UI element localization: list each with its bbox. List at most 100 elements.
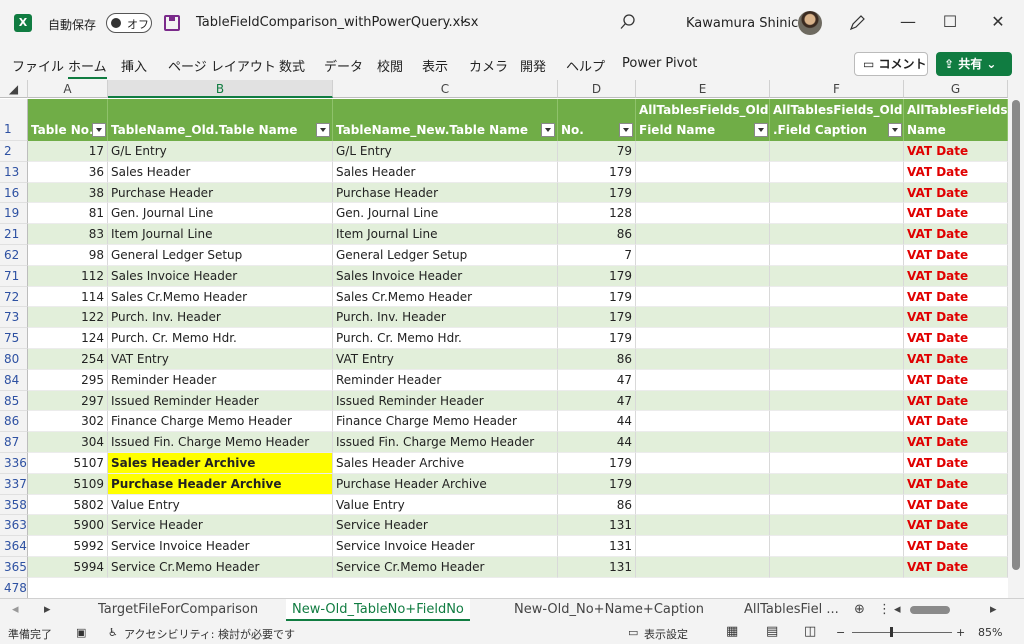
cell-no[interactable]: 179 bbox=[558, 286, 636, 308]
menu-page-layout[interactable]: ページ レイアウト bbox=[168, 56, 276, 75]
row-header[interactable]: 13 bbox=[0, 161, 28, 183]
cell-old-name[interactable]: Sales Invoice Header bbox=[108, 265, 333, 287]
cell-field-caption[interactable] bbox=[770, 307, 904, 329]
pen-icon[interactable] bbox=[848, 14, 866, 32]
zoom-in-icon[interactable]: + bbox=[956, 626, 965, 639]
cell-no[interactable]: 7 bbox=[558, 245, 636, 266]
cell-field-name[interactable] bbox=[636, 265, 770, 287]
chevron-down-icon[interactable]: ⌄ bbox=[458, 12, 469, 27]
menu-review[interactable]: 校閲 bbox=[377, 56, 403, 75]
cell-field-name[interactable] bbox=[636, 224, 770, 245]
cell-old-name[interactable]: Purchase Header bbox=[108, 182, 333, 204]
cell-table-no[interactable]: 254 bbox=[28, 349, 108, 370]
sheet-tab[interactable]: AllTablesFiel ... bbox=[738, 599, 845, 621]
cell-old-name[interactable]: Service Invoice Header bbox=[108, 536, 333, 557]
row-header[interactable]: 19 bbox=[0, 203, 28, 225]
cell-field-caption[interactable] bbox=[770, 349, 904, 370]
cell-field-caption[interactable] bbox=[770, 265, 904, 287]
cell-vat-date[interactable]: VAT Date bbox=[904, 411, 1008, 433]
row-header[interactable]: 62 bbox=[0, 245, 28, 266]
row-header[interactable]: 2 bbox=[0, 141, 28, 162]
cell-field-caption[interactable] bbox=[770, 224, 904, 245]
cell-no[interactable]: 131 bbox=[558, 536, 636, 557]
cell-vat-date[interactable]: VAT Date bbox=[904, 515, 1008, 537]
avatar[interactable] bbox=[798, 11, 822, 35]
cell-no[interactable]: 131 bbox=[558, 515, 636, 537]
cell-old-name[interactable]: Value Entry bbox=[108, 494, 333, 516]
cell-field-caption[interactable] bbox=[770, 161, 904, 183]
cell-vat-date[interactable]: VAT Date bbox=[904, 265, 1008, 287]
menu-file[interactable]: ファイル bbox=[12, 56, 64, 75]
column-header-g[interactable]: G bbox=[904, 80, 1008, 98]
cell-field-name[interactable] bbox=[636, 432, 770, 453]
row-header[interactable]: 363 bbox=[0, 515, 28, 537]
row-header[interactable]: 478 bbox=[0, 577, 28, 598]
menu-camera[interactable]: カメラ bbox=[469, 56, 508, 75]
search-icon[interactable] bbox=[620, 14, 636, 30]
zoom-slider[interactable] bbox=[852, 632, 952, 633]
cell-vat-date[interactable]: VAT Date bbox=[904, 286, 1008, 308]
cell-old-name[interactable]: General Ledger Setup bbox=[108, 245, 333, 266]
cell-field-name[interactable] bbox=[636, 203, 770, 225]
cell-table-no[interactable]: 295 bbox=[28, 369, 108, 391]
row-header[interactable]: 86 bbox=[0, 411, 28, 433]
cell-field-caption[interactable] bbox=[770, 286, 904, 308]
cell-field-name[interactable] bbox=[636, 245, 770, 266]
cell-new-name[interactable]: VAT Entry bbox=[333, 349, 558, 370]
cell-table-no[interactable]: 114 bbox=[28, 286, 108, 308]
cell-field-name[interactable] bbox=[636, 473, 770, 495]
cell-no[interactable]: 79 bbox=[558, 141, 636, 162]
filter-dropdown-icon[interactable] bbox=[92, 123, 106, 137]
cell-old-name[interactable]: Item Journal Line bbox=[108, 224, 333, 245]
cell-field-caption[interactable] bbox=[770, 203, 904, 225]
cell-new-name[interactable]: Service Cr.Memo Header bbox=[333, 557, 558, 578]
save-icon[interactable] bbox=[164, 15, 180, 31]
tab-scroll-left-icon[interactable]: ◂ bbox=[6, 599, 25, 621]
cell-new-name[interactable]: Service Invoice Header bbox=[333, 536, 558, 557]
filter-dropdown-icon[interactable] bbox=[619, 123, 633, 137]
cell-vat-date[interactable]: VAT Date bbox=[904, 390, 1008, 412]
cell-no[interactable]: 47 bbox=[558, 390, 636, 412]
cell-no[interactable]: 179 bbox=[558, 453, 636, 474]
cell-field-name[interactable] bbox=[636, 328, 770, 349]
cell-vat-date[interactable]: VAT Date bbox=[904, 182, 1008, 204]
cell-table-no[interactable]: 112 bbox=[28, 265, 108, 287]
cell-table-no[interactable]: 5109 bbox=[28, 473, 108, 495]
cell-vat-date[interactable]: VAT Date bbox=[904, 473, 1008, 495]
cell-new-name[interactable]: Issued Reminder Header bbox=[333, 390, 558, 412]
cell-no[interactable]: 44 bbox=[558, 411, 636, 433]
cell-vat-date[interactable]: VAT Date bbox=[904, 328, 1008, 349]
cell-table-no[interactable]: 17 bbox=[28, 141, 108, 162]
cell-field-name[interactable] bbox=[636, 349, 770, 370]
accessibility-status[interactable]: アクセシビリティ: 検討が必要です bbox=[124, 626, 295, 642]
sheet-tab[interactable]: TargetFileForComparison bbox=[92, 599, 264, 621]
cell-new-name[interactable]: Reminder Header bbox=[333, 369, 558, 391]
cell-new-name[interactable]: Item Journal Line bbox=[333, 224, 558, 245]
cell-new-name[interactable]: Sales Invoice Header bbox=[333, 265, 558, 287]
cell-no[interactable]: 179 bbox=[558, 328, 636, 349]
cell-field-caption[interactable] bbox=[770, 432, 904, 453]
menu-insert[interactable]: 挿入 bbox=[121, 56, 147, 75]
cell-old-name[interactable]: Gen. Journal Line bbox=[108, 203, 333, 225]
cell-vat-date[interactable]: VAT Date bbox=[904, 557, 1008, 578]
cell-field-caption[interactable] bbox=[770, 515, 904, 537]
horizontal-scroll-thumb[interactable] bbox=[910, 606, 950, 614]
cell-field-name[interactable] bbox=[636, 369, 770, 391]
cell-field-name[interactable] bbox=[636, 453, 770, 474]
cell-no[interactable]: 131 bbox=[558, 557, 636, 578]
cell-no[interactable]: 86 bbox=[558, 494, 636, 516]
cell-field-name[interactable] bbox=[636, 494, 770, 516]
tab-scroll-right-icon[interactable]: ▸ bbox=[38, 599, 57, 621]
cell-table-no[interactable]: 304 bbox=[28, 432, 108, 453]
row-header[interactable]: 71 bbox=[0, 265, 28, 287]
cell-table-no[interactable]: 122 bbox=[28, 307, 108, 329]
cell-new-name[interactable]: Sales Cr.Memo Header bbox=[333, 286, 558, 308]
row-header[interactable]: 365 bbox=[0, 557, 28, 578]
comment-button[interactable]: ▭ コメント bbox=[854, 52, 928, 76]
row-header[interactable]: 84 bbox=[0, 369, 28, 391]
cell-old-name[interactable]: Purch. Inv. Header bbox=[108, 307, 333, 329]
cell-vat-date[interactable]: VAT Date bbox=[904, 453, 1008, 474]
cell-new-name[interactable]: Sales Header Archive bbox=[333, 453, 558, 474]
cell-table-no[interactable]: 302 bbox=[28, 411, 108, 433]
close-icon[interactable]: ✕ bbox=[988, 12, 1008, 32]
